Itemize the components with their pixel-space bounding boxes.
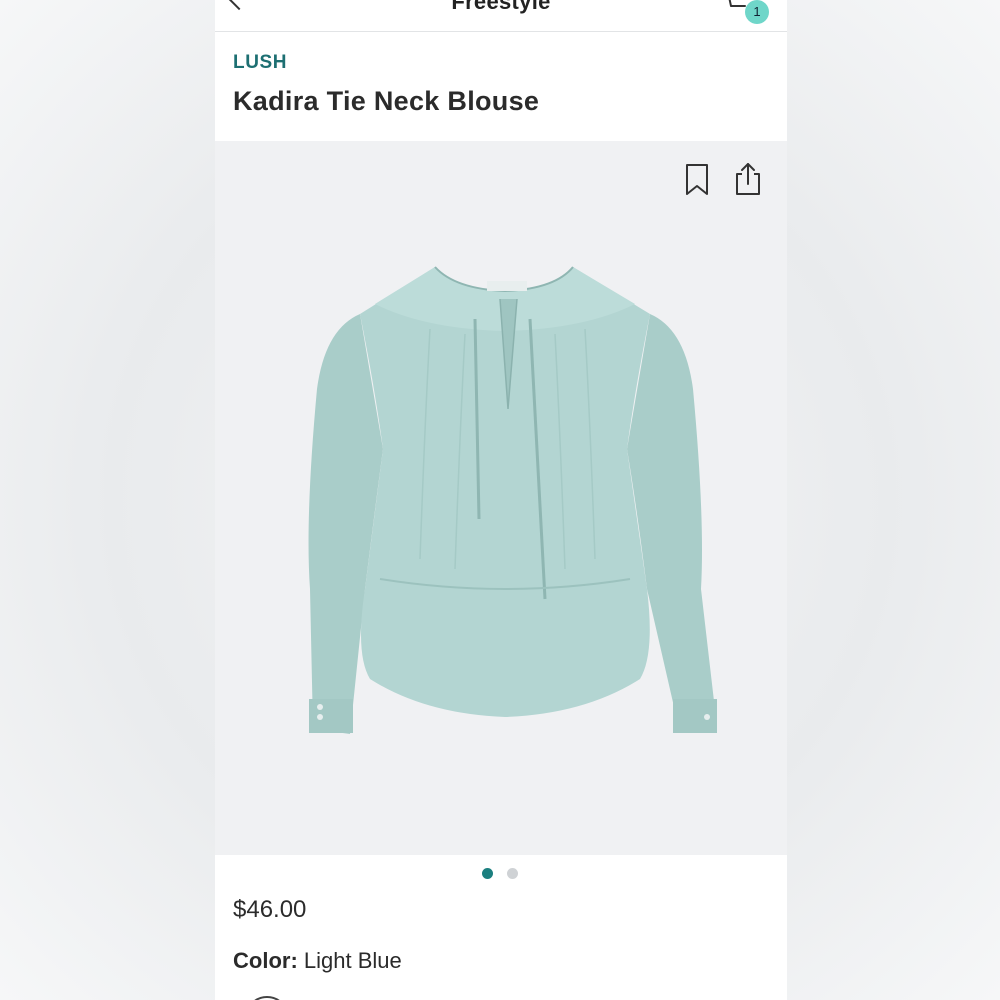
pagination-dot-2[interactable] xyxy=(507,868,518,879)
share-button[interactable] xyxy=(733,161,763,197)
product-title: Kadira Tie Neck Blouse xyxy=(233,86,540,116)
color-swatch[interactable] xyxy=(245,996,289,1000)
product-screen: Freestyle 1 LUSH Kadira Tie Neck Blouse xyxy=(215,0,787,1000)
gallery-pagination xyxy=(0,868,1000,880)
color-value: Light Blue xyxy=(303,948,402,973)
brand-name[interactable]: LUSH xyxy=(233,52,287,74)
product-image-gallery[interactable] xyxy=(215,141,787,855)
page-title: Freestyle xyxy=(451,0,551,14)
color-label: Color: xyxy=(233,948,298,973)
bookmark-icon xyxy=(686,164,708,195)
navigation-bar: Freestyle 1 xyxy=(215,0,787,32)
product-price: $46.00 xyxy=(233,896,307,923)
cart-button[interactable]: 1 xyxy=(723,0,769,24)
bookmark-button[interactable] xyxy=(683,163,711,197)
color-info: Color: Light Blue xyxy=(233,948,402,974)
pagination-dot-1[interactable] xyxy=(482,868,493,879)
share-icon xyxy=(736,163,760,195)
cart-count-badge: 1 xyxy=(745,0,769,24)
tie-neck-blouse-image xyxy=(308,266,717,734)
